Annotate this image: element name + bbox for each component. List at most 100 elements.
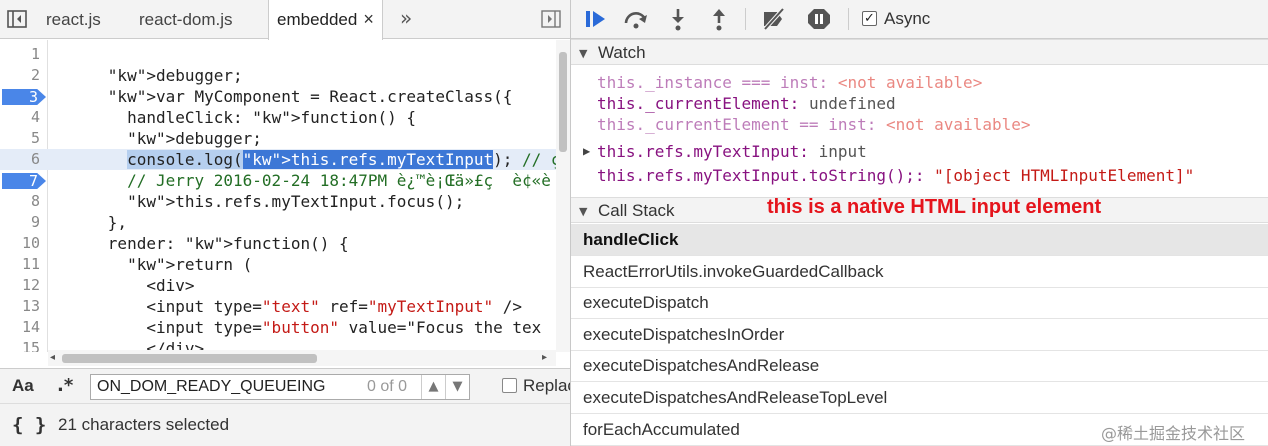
source-pane: react.js react-dom.js embedded × » 12 "kw… <box>0 0 585 446</box>
watch-expression-name: this.refs.myTextInput: <box>597 142 809 161</box>
toolbar-separator <box>848 8 849 30</box>
debugger-toolbar: ✓ Async <box>571 0 1268 39</box>
call-frame[interactable]: handleClick <box>571 224 1268 256</box>
watch-section-header[interactable]: ▼ Watch <box>571 39 1268 65</box>
collapse-triangle-icon: ▼ <box>579 205 588 218</box>
watch-expression[interactable]: ▶ this.refs.myTextInput: input <box>583 141 867 162</box>
watch-expression-value: <not available> <box>886 115 1031 134</box>
line-number[interactable]: 5 <box>0 128 40 149</box>
pause-on-exceptions-icon[interactable] <box>806 7 832 31</box>
watch-expression[interactable]: this._currentElement == inst: <not avail… <box>597 114 1031 135</box>
line-number[interactable]: 14 <box>0 317 40 338</box>
code-text: <input type="text" ref="myTextInput" /> <box>50 297 523 316</box>
async-checkbox[interactable]: ✓ <box>862 11 877 26</box>
code-text: handleClick: "kw">function() { <box>50 108 417 127</box>
scroll-left-icon[interactable]: ◂ <box>50 350 55 366</box>
watch-expression[interactable]: this._currentElement: undefined <box>597 93 896 114</box>
code-text: "kw">var MyComponent = React.createClass… <box>107 87 513 106</box>
line-number[interactable]: 15 <box>0 338 40 352</box>
code-text: "kw">this.refs.myTextInput.focus(); <box>127 192 465 211</box>
line-number[interactable]: 4 <box>0 107 40 128</box>
regex-button[interactable]: .* <box>57 375 73 396</box>
step-into-icon[interactable] <box>665 7 691 31</box>
call-frame[interactable]: ReactErrorUtils.invokeGuardedCallback <box>571 256 1268 288</box>
tab-react-js[interactable]: react.js <box>46 0 101 39</box>
toolbar-separator <box>745 8 746 30</box>
code-text: "kw">debugger; <box>107 66 243 85</box>
watch-title: Watch <box>598 43 646 62</box>
step-out-icon[interactable] <box>706 7 732 31</box>
search-input[interactable]: ON_DOM_READY_QUEUEING 0 of 0 ▲ ▼ <box>90 374 470 400</box>
pretty-print-button[interactable]: { } <box>12 414 46 436</box>
code-text: console.log("kw">this.refs.myTextInput);… <box>127 150 570 169</box>
toggle-debugger-sidebar-icon[interactable] <box>540 9 562 29</box>
code-text: <div> <box>50 276 195 295</box>
watch-expression-name: this._currentElement: <box>597 94 800 113</box>
watch-expression-name: this._currentElement == inst: <box>597 115 877 134</box>
step-over-icon[interactable] <box>623 7 649 31</box>
code-line[interactable]: 6 console.log("kw">this.refs.myTextInput… <box>0 149 570 170</box>
code-line[interactable]: 3 "kw">var MyComponent = React.createCla… <box>0 86 556 107</box>
code-line[interactable]: 2 "kw">debugger; <box>0 65 556 86</box>
async-label: Async <box>884 9 931 28</box>
watch-expression-name: this._instance === inst: <box>597 73 829 92</box>
search-bar: Aa .* ON_DOM_READY_QUEUEING 0 of 0 ▲ ▼ R… <box>0 368 585 404</box>
breakpoint-marker[interactable]: 3 <box>2 89 46 105</box>
code-line[interactable]: 8 "kw">this.refs.myTextInput.focus(); <box>0 191 556 212</box>
replace-checkbox[interactable] <box>502 378 517 393</box>
toggle-navigator-icon[interactable] <box>6 9 28 29</box>
watch-expression-value: undefined <box>808 94 896 113</box>
watch-expression-value: input <box>818 142 867 161</box>
close-icon[interactable]: × <box>363 9 374 29</box>
code-line[interactable]: 7 // Jerry 2016-02-24 18:47PM è¿™è¡Œä»£ç… <box>0 170 556 191</box>
call-frame[interactable]: executeDispatchesAndRelease <box>571 350 1268 383</box>
watch-expression[interactable]: this.refs.myTextInput.toString();: "[obj… <box>597 165 1194 186</box>
expand-triangle-icon[interactable]: ▶ <box>583 141 590 162</box>
line-number[interactable]: 10 <box>0 233 40 254</box>
tab-label: embedded <box>277 10 358 29</box>
match-case-button[interactable]: Aa <box>12 376 34 396</box>
breakpoint-marker[interactable]: 7 <box>2 173 46 189</box>
watermark: @稀土掘金技术社区 <box>1101 424 1246 443</box>
more-tabs-icon[interactable]: » <box>400 6 412 30</box>
line-number[interactable]: 11 <box>0 254 40 275</box>
vertical-scrollbar-thumb[interactable] <box>559 52 567 152</box>
code-text: }, <box>50 213 128 232</box>
line-number[interactable]: 13 <box>0 296 40 317</box>
code-line[interactable]: 5 "kw">debugger; <box>0 128 556 149</box>
call-frame[interactable]: executeDispatchesAndReleaseTopLevel <box>571 382 1268 414</box>
tab-react-dom-js[interactable]: react-dom.js <box>139 0 233 39</box>
code-line[interactable]: 10 render: "kw">function() { <box>0 233 556 254</box>
code-line[interactable]: 13 <input type="text" ref="myTextInput" … <box>0 296 556 317</box>
next-match-icon[interactable]: ▼ <box>445 375 469 399</box>
line-number[interactable]: 9 <box>0 212 40 233</box>
code-line[interactable]: 9 }, <box>0 212 556 233</box>
scroll-right-icon[interactable]: ▸ <box>542 350 547 366</box>
line-number[interactable]: 2 <box>0 65 40 86</box>
callstack-title: Call Stack <box>598 201 675 220</box>
code-line[interactable]: 4 handleClick: "kw">function() { <box>0 107 556 128</box>
resume-icon[interactable] <box>583 7 609 31</box>
line-number[interactable]: 12 <box>0 275 40 296</box>
code-editor[interactable]: 12 "kw">debugger; 3 "kw">var MyComponent … <box>0 40 570 352</box>
code-text: "kw">debugger; <box>127 129 262 148</box>
selection-status: 21 characters selected <box>58 415 230 434</box>
watch-expression[interactable]: this._instance === inst: <not available> <box>597 72 982 93</box>
code-line[interactable]: 1 <box>0 44 556 65</box>
line-number[interactable]: 1 <box>0 44 40 65</box>
call-frame[interactable]: executeDispatch <box>571 287 1268 320</box>
file-tab-bar: react.js react-dom.js embedded × » <box>0 0 570 40</box>
previous-match-icon[interactable]: ▲ <box>421 375 445 399</box>
line-number[interactable]: 6 <box>0 149 40 170</box>
annotation-text: this is a native HTML input element <box>767 196 1102 218</box>
deactivate-breakpoints-icon[interactable] <box>761 7 787 31</box>
watch-expression-value: "[object HTMLInputElement]" <box>934 166 1195 185</box>
code-line[interactable]: 12 <div> <box>0 275 556 296</box>
watch-expression-value: <not available> <box>837 73 983 92</box>
call-frame[interactable]: executeDispatchesInOrder <box>571 319 1268 351</box>
horizontal-scrollbar-thumb[interactable] <box>62 354 317 363</box>
code-line[interactable]: 14 <input type="button" value="Focus the… <box>0 317 556 338</box>
code-line[interactable]: 11 "kw">return ( <box>0 254 556 275</box>
tab-embedded[interactable]: embedded × <box>268 0 383 40</box>
line-number[interactable]: 8 <box>0 191 40 212</box>
